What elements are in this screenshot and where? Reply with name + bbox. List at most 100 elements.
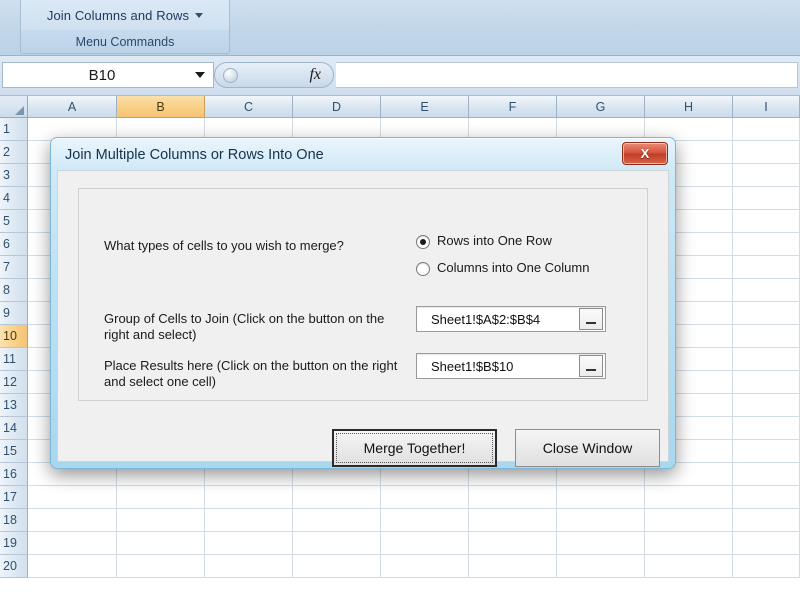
dialog-titlebar[interactable]: Join Multiple Columns or Rows Into One X (51, 138, 675, 172)
grid-cell-G20[interactable] (557, 555, 645, 578)
close-window-button[interactable]: Close Window (515, 429, 660, 467)
grid-cell-C18[interactable] (205, 509, 293, 532)
grid-cell-I19[interactable] (733, 532, 800, 555)
grid-cell-I14[interactable] (733, 417, 800, 440)
grid-cell-C20[interactable] (205, 555, 293, 578)
grid-cell-I8[interactable] (733, 279, 800, 302)
column-header-e[interactable]: E (381, 96, 469, 118)
column-header-d[interactable]: D (293, 96, 381, 118)
grid-cell-B20[interactable] (117, 555, 205, 578)
grid-cell-I18[interactable] (733, 509, 800, 532)
row-header-15[interactable]: 15 (0, 440, 28, 463)
range-picker-icon[interactable] (579, 308, 603, 330)
row-header-1[interactable]: 1 (0, 118, 28, 141)
grid-cell-G19[interactable] (557, 532, 645, 555)
grid-cell-E18[interactable] (381, 509, 469, 532)
grid-cell-G18[interactable] (557, 509, 645, 532)
row-header-3[interactable]: 3 (0, 164, 28, 187)
ribbon-tab-join-columns-and-rows[interactable]: Join Columns and Rows (20, 0, 230, 30)
column-header-i[interactable]: I (733, 96, 800, 118)
column-header-a[interactable]: A (28, 96, 117, 118)
grid-cell-A20[interactable] (28, 555, 117, 578)
column-header-f[interactable]: F (469, 96, 557, 118)
row-header-4[interactable]: 4 (0, 187, 28, 210)
grid-cell-I7[interactable] (733, 256, 800, 279)
grid-cell-H20[interactable] (645, 555, 733, 578)
grid-cell-A17[interactable] (28, 486, 117, 509)
row-header-10[interactable]: 10 (0, 325, 28, 348)
row-header-16[interactable]: 16 (0, 463, 28, 486)
grid-cell-B17[interactable] (117, 486, 205, 509)
column-header-g[interactable]: G (557, 96, 645, 118)
grid-cell-F20[interactable] (469, 555, 557, 578)
grid-cell-I11[interactable] (733, 348, 800, 371)
grid-cell-A18[interactable] (28, 509, 117, 532)
grid-cell-F18[interactable] (469, 509, 557, 532)
grid-cell-I16[interactable] (733, 463, 800, 486)
grid-cell-F19[interactable] (469, 532, 557, 555)
row-header-7[interactable]: 7 (0, 256, 28, 279)
grid-cell-E20[interactable] (381, 555, 469, 578)
row-header-11[interactable]: 11 (0, 348, 28, 371)
select-all-icon[interactable] (0, 96, 28, 118)
place-results-value: Sheet1!$B$10 (431, 358, 514, 374)
row-header-6[interactable]: 6 (0, 233, 28, 256)
row-header-17[interactable]: 17 (0, 486, 28, 509)
chevron-down-icon[interactable] (187, 72, 213, 78)
group-of-cells-refedit[interactable]: Sheet1!$A$2:$B$4 (416, 306, 606, 332)
grid-cell-I5[interactable] (733, 210, 800, 233)
row-header-13[interactable]: 13 (0, 394, 28, 417)
row-header-18[interactable]: 18 (0, 509, 28, 532)
grid-cell-I15[interactable] (733, 440, 800, 463)
grid-cell-I9[interactable] (733, 302, 800, 325)
fx-icon[interactable]: fx (309, 66, 321, 84)
grid-cell-H17[interactable] (645, 486, 733, 509)
ribbon-group-menu-commands[interactable]: Menu Commands (20, 30, 230, 54)
grid-cell-C17[interactable] (205, 486, 293, 509)
grid-cell-A19[interactable] (28, 532, 117, 555)
grid-cell-B18[interactable] (117, 509, 205, 532)
grid-cell-I3[interactable] (733, 164, 800, 187)
name-box[interactable]: B10 (2, 62, 214, 88)
grid-cell-I1[interactable] (733, 118, 800, 141)
row-header-12[interactable]: 12 (0, 371, 28, 394)
row-header-5[interactable]: 5 (0, 210, 28, 233)
grid-cell-I12[interactable] (733, 371, 800, 394)
place-results-refedit[interactable]: Sheet1!$B$10 (416, 353, 606, 379)
grid-cell-D20[interactable] (293, 555, 381, 578)
radio-rows-into-one-row[interactable]: Rows into One Row (416, 233, 589, 249)
grid-cell-I2[interactable] (733, 141, 800, 164)
row-header-8[interactable]: 8 (0, 279, 28, 302)
grid-cell-F17[interactable] (469, 486, 557, 509)
grid-cell-I13[interactable] (733, 394, 800, 417)
row-header-14[interactable]: 14 (0, 417, 28, 440)
row-header-2[interactable]: 2 (0, 141, 28, 164)
grid-cell-D18[interactable] (293, 509, 381, 532)
row-header-9[interactable]: 9 (0, 302, 28, 325)
grid-cell-I17[interactable] (733, 486, 800, 509)
row-header-20[interactable]: 20 (0, 555, 28, 578)
row-header-19[interactable]: 19 (0, 532, 28, 555)
grid-cell-E19[interactable] (381, 532, 469, 555)
grid-cell-C19[interactable] (205, 532, 293, 555)
column-header-h[interactable]: H (645, 96, 733, 118)
grid-cell-H18[interactable] (645, 509, 733, 532)
grid-cell-H19[interactable] (645, 532, 733, 555)
formula-input[interactable] (336, 62, 798, 88)
close-icon[interactable]: X (622, 142, 668, 165)
grid-cell-I10[interactable] (733, 325, 800, 348)
grid-cell-D19[interactable] (293, 532, 381, 555)
grid-cell-I4[interactable] (733, 187, 800, 210)
grid-cell-E17[interactable] (381, 486, 469, 509)
column-header-b[interactable]: B (117, 96, 205, 118)
grid-cell-G17[interactable] (557, 486, 645, 509)
grid-cell-I6[interactable] (733, 233, 800, 256)
column-header-c[interactable]: C (205, 96, 293, 118)
radio-columns-into-one-column[interactable]: Columns into One Column (416, 260, 589, 276)
grid-cell-I20[interactable] (733, 555, 800, 578)
range-picker-icon[interactable] (579, 355, 603, 377)
grid-cell-B19[interactable] (117, 532, 205, 555)
merge-together-button[interactable]: Merge Together! (332, 429, 497, 467)
grid-row (28, 509, 800, 532)
grid-cell-D17[interactable] (293, 486, 381, 509)
